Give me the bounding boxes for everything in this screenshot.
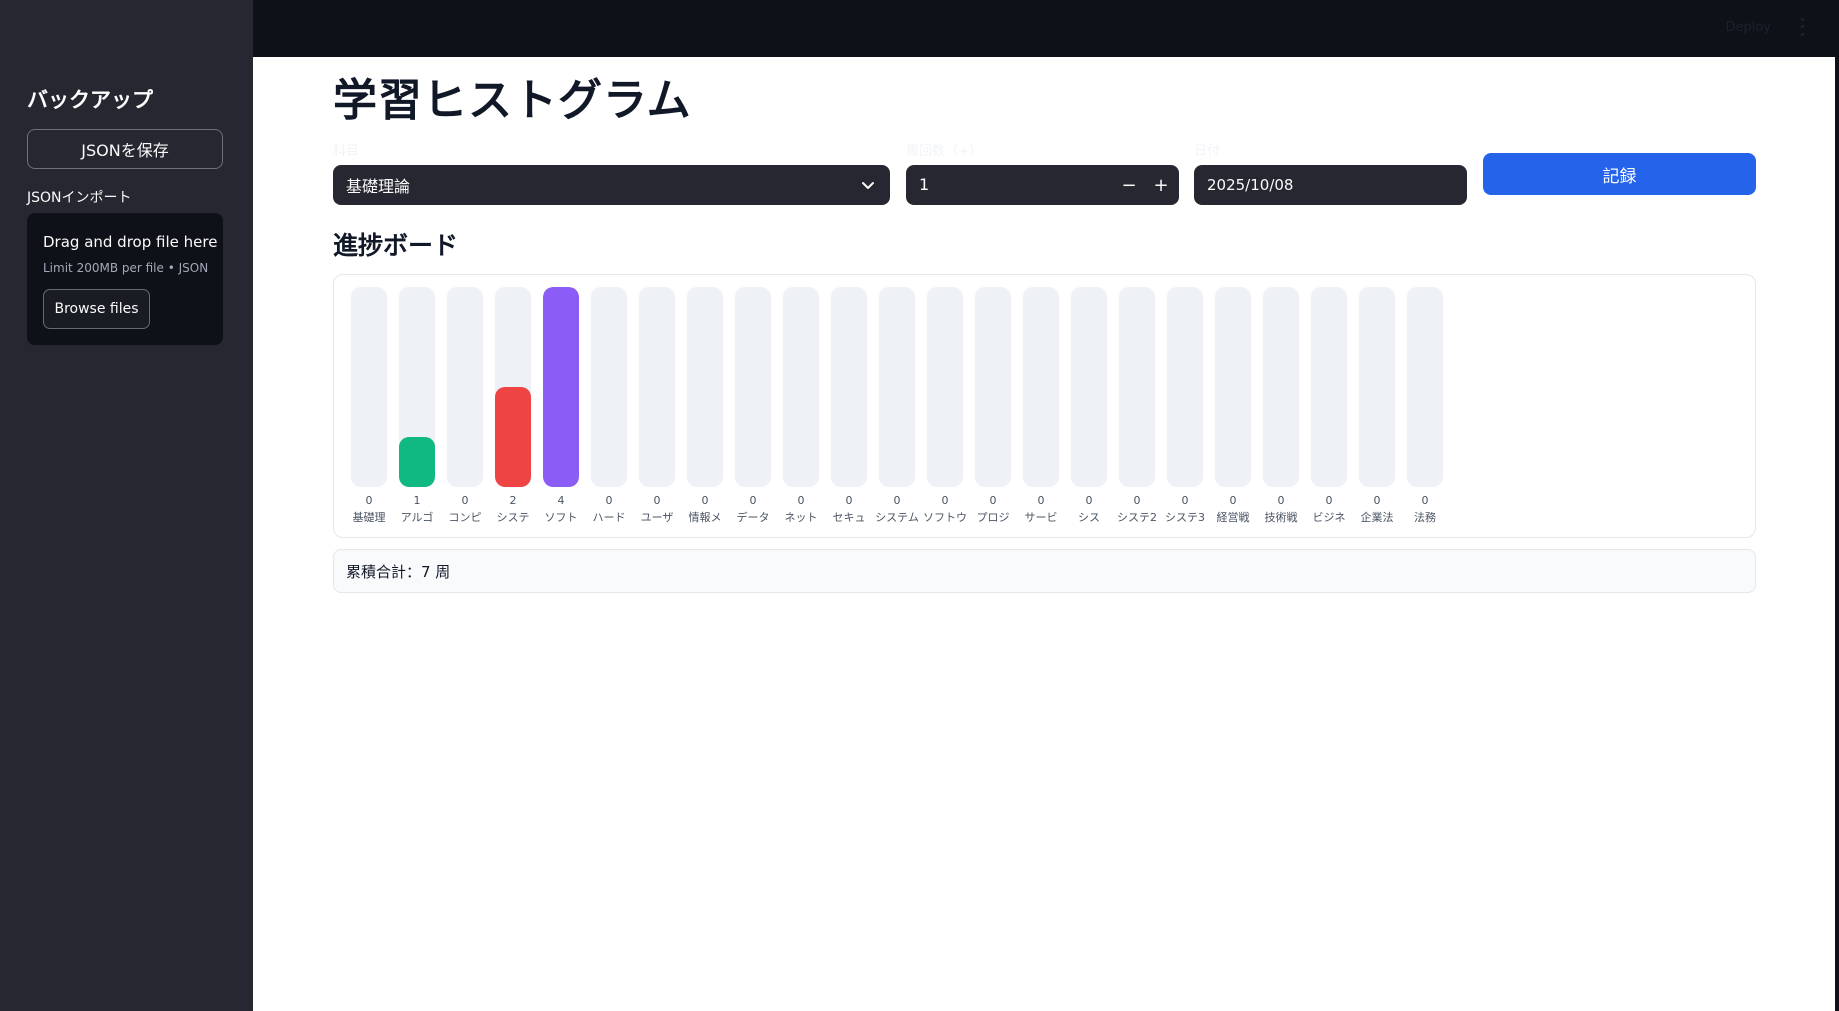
dropzone-title: Drag and drop file here <box>43 233 218 251</box>
sidebar-title: バックアップ <box>27 88 153 112</box>
bar-column: 0 セキュ <box>825 287 873 527</box>
bar-column: 0 データ <box>729 287 777 527</box>
browse-files-button[interactable]: Browse files <box>43 289 150 329</box>
bar-track <box>399 287 435 487</box>
bar-track <box>1359 287 1395 487</box>
more-menu-icon[interactable] <box>1797 16 1807 38</box>
bar-column: 0 ユーザ <box>633 287 681 527</box>
bar-column: 0 技術戦 <box>1257 287 1305 527</box>
bar-column: 0 サービ <box>1017 287 1065 527</box>
bar-column: 0 システ3 <box>1161 287 1209 527</box>
bar-column: 0 企業法 <box>1353 287 1401 527</box>
bar-category-label: 法務 <box>1414 511 1436 524</box>
bar-track <box>543 287 579 487</box>
bar-track <box>1263 287 1299 487</box>
bar-track <box>639 287 675 487</box>
deploy-button[interactable]: Deploy <box>1725 20 1771 35</box>
bar-track <box>495 287 531 487</box>
board-title: 進捗ボード <box>333 231 459 260</box>
bar-column: 0 ビジネ <box>1305 287 1353 527</box>
bar-track <box>975 287 1011 487</box>
decrement-button[interactable]: − <box>1113 165 1145 205</box>
top-bar: Deploy <box>253 0 1839 57</box>
bar-column: 0 法務 <box>1401 287 1449 527</box>
bar-column: 0 ソフトウ <box>921 287 969 527</box>
json-import-label: JSONインポート <box>27 190 132 206</box>
bar-track <box>831 287 867 487</box>
cumulative-total: 累積合計：7 周 <box>333 549 1756 593</box>
bar-track <box>927 287 963 487</box>
dropzone-limit: Limit 200MB per file • JSON <box>43 261 209 275</box>
bar-column: 0 経営戦 <box>1209 287 1257 527</box>
save-json-button[interactable]: JSONを保存 <box>27 129 223 169</box>
bar-value-label: 0 <box>1421 494 1429 507</box>
bar-column: 0 基礎理 <box>345 287 393 527</box>
bar-track <box>783 287 819 487</box>
bar-column: 0 コンピ <box>441 287 489 527</box>
file-dropzone[interactable]: Drag and drop file here Limit 200MB per … <box>27 213 223 345</box>
bar-track <box>1311 287 1347 487</box>
bar-column: 0 システ2 <box>1113 287 1161 527</box>
bar-track <box>1215 287 1251 487</box>
sidebar: バックアップ JSONを保存 JSONインポート Drag and drop f… <box>0 0 253 1011</box>
record-button[interactable]: 記録 <box>1483 153 1756 195</box>
bar-track <box>447 287 483 487</box>
count-value: 1 <box>919 175 930 194</box>
subject-label: 科目 <box>333 144 360 159</box>
bar-track <box>1071 287 1107 487</box>
bar-track <box>591 287 627 487</box>
bar-column: 0 情報メ <box>681 287 729 527</box>
bar <box>495 387 531 487</box>
bar-track <box>735 287 771 487</box>
bar-track <box>1167 287 1203 487</box>
chevron-down-icon <box>862 182 874 189</box>
bar-column: 0 シス <box>1065 287 1113 527</box>
bar-column: 0 システム <box>873 287 921 527</box>
count-number-input[interactable]: 1 − + <box>906 165 1179 205</box>
subject-select-value: 基礎理論 <box>346 177 411 196</box>
bar-column: 4 ソフト <box>537 287 585 527</box>
bar-column: 1 アルゴ <box>393 287 441 527</box>
bar-column: 0 ハード <box>585 287 633 527</box>
bar-track <box>1407 287 1443 487</box>
date-label: 日付 <box>1194 144 1221 159</box>
bar-track <box>687 287 723 487</box>
scrollbar[interactable] <box>1835 0 1839 1011</box>
bar-track <box>1023 287 1059 487</box>
progress-board-chart: 0 基礎理 1 アルゴ 0 コンピ 2 システ 4 ソフト 0 ハード 0 ユーザ 0 情報メ 0 データ 0 ネット… <box>333 274 1756 538</box>
subject-select[interactable]: 基礎理論 <box>333 165 890 205</box>
bar <box>399 437 435 487</box>
bar-track <box>1119 287 1155 487</box>
bar-track <box>879 287 915 487</box>
bar-track <box>351 287 387 487</box>
bar-column: 0 プロジ <box>969 287 1017 527</box>
bar-column: 0 ネット <box>777 287 825 527</box>
bar <box>543 287 579 487</box>
count-label: 周回数（+） <box>906 144 982 159</box>
increment-button[interactable]: + <box>1145 165 1177 205</box>
date-input[interactable]: 2025/10/08 <box>1194 165 1467 205</box>
bar-column: 2 システ <box>489 287 537 527</box>
page-title: 学習ヒストグラム <box>333 75 692 126</box>
